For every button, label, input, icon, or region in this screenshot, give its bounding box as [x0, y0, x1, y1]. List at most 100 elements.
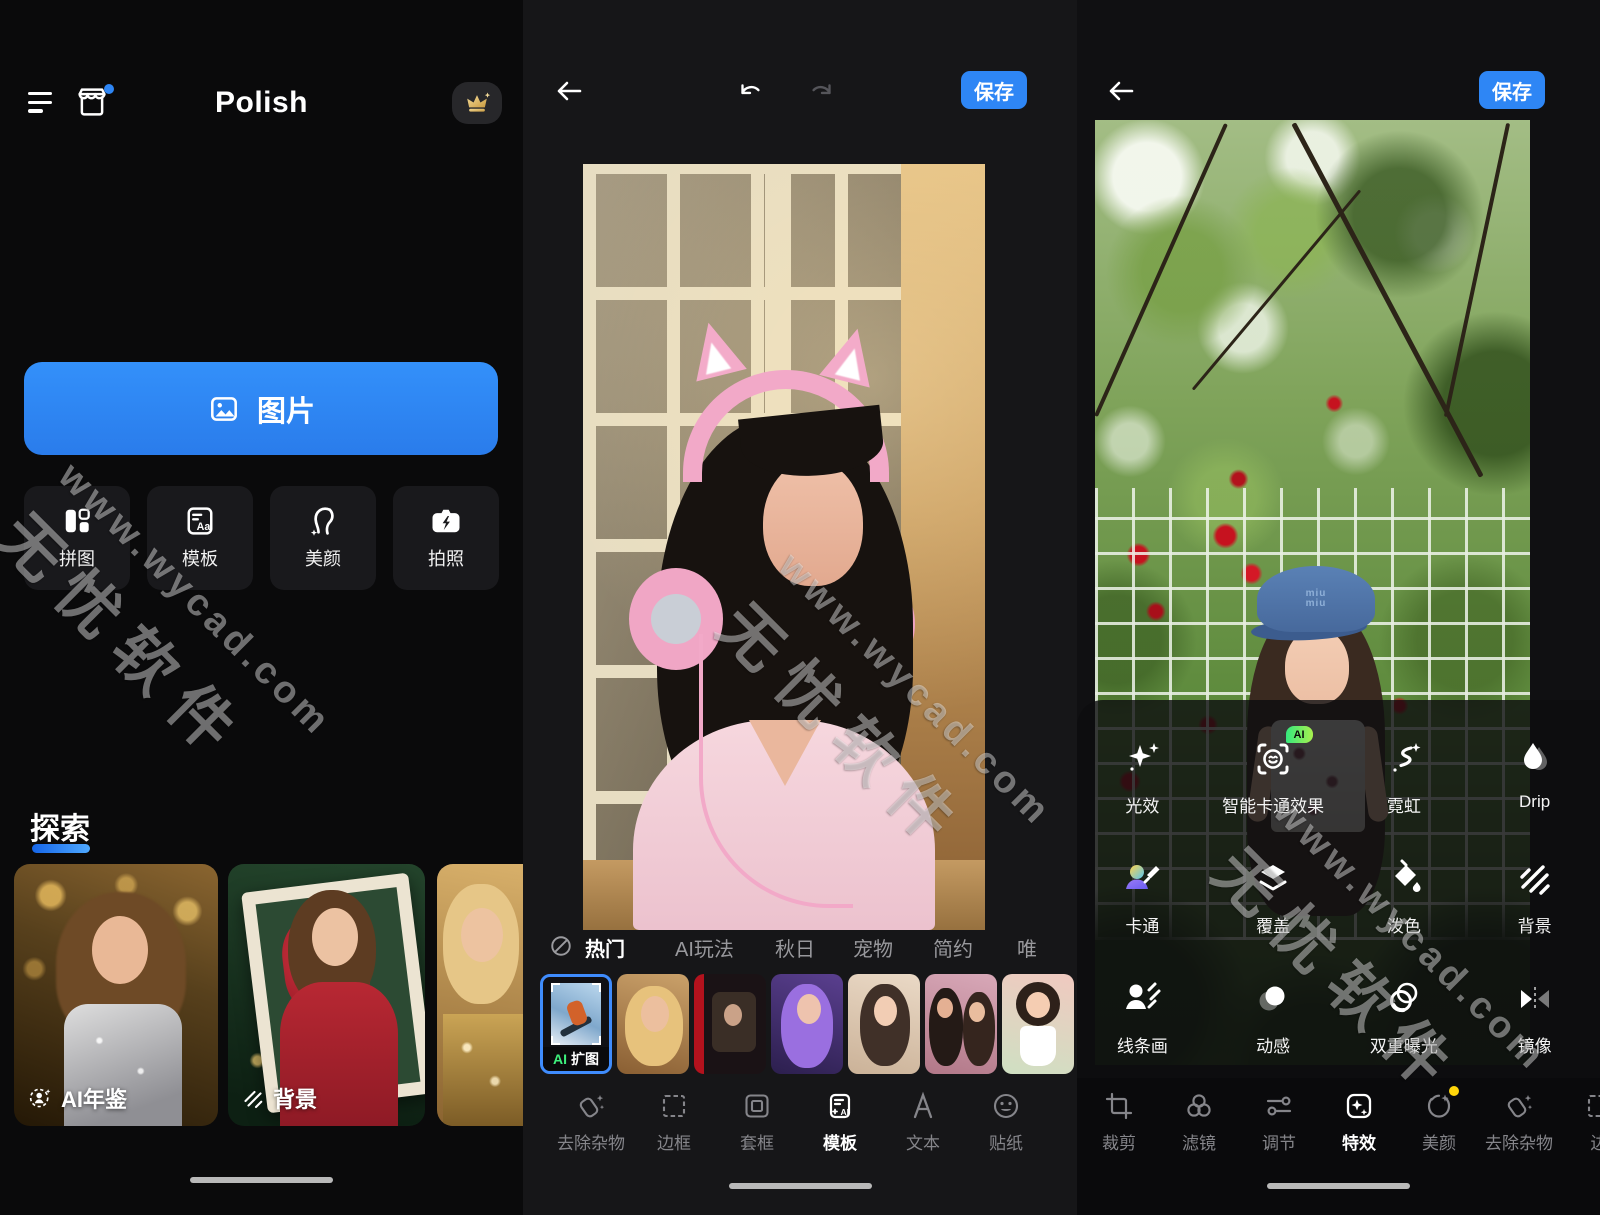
tool-text[interactable]: 文本 — [881, 1090, 965, 1154]
effect-motion[interactable]: 动感 — [1208, 952, 1339, 1072]
tool-border-cutoff[interactable]: 边 — [1557, 1090, 1600, 1154]
explore-card-label: AI年鉴 — [61, 1082, 127, 1114]
beauty-icon — [305, 503, 341, 539]
overlay-layers-icon — [1208, 854, 1339, 904]
home-indicator[interactable] — [190, 1177, 333, 1183]
new-badge-dot — [1449, 1086, 1459, 1096]
template-thumb-portrait[interactable] — [848, 974, 920, 1074]
redo-icon — [807, 77, 837, 107]
tab-cutoff[interactable]: 唯 — [1017, 933, 1037, 962]
back-button[interactable] — [1105, 75, 1137, 107]
tool-sticker[interactable]: 贴纸 — [964, 1090, 1048, 1154]
feature-camera[interactable]: 拍照 — [393, 486, 499, 590]
sticker-smiley-icon — [964, 1090, 1048, 1122]
effects-grid: 光效 AI 智能卡通效果 霓虹 — [1077, 712, 1600, 1072]
effect-smart-cartoon[interactable]: AI 智能卡通效果 — [1208, 712, 1339, 832]
explore-card-background[interactable]: 背景 — [228, 864, 425, 1126]
effects-sparkle-icon — [1317, 1090, 1401, 1122]
photo-face — [763, 460, 863, 586]
tool-effects-active[interactable]: 特效 — [1317, 1090, 1401, 1154]
motion-blur-icon — [1208, 974, 1339, 1024]
svg-text:Aa: Aa — [197, 521, 211, 533]
tab-simple[interactable]: 简约 — [933, 933, 973, 962]
template-thumb-friends[interactable] — [925, 974, 997, 1074]
crown-icon — [462, 89, 492, 117]
save-button[interactable]: 保存 — [1479, 71, 1545, 109]
light-fx-icon — [1077, 734, 1208, 784]
template-thumb-ai-expand-selected[interactable]: AI 扩图 — [540, 974, 612, 1074]
drip-icon — [1469, 734, 1600, 784]
template-thumb-blonde[interactable] — [617, 974, 689, 1074]
tab-pets[interactable]: 宠物 — [853, 933, 893, 962]
tool-beauty[interactable]: 美颜 — [1397, 1090, 1481, 1154]
explore-card-partial[interactable] — [437, 864, 523, 1126]
tool-border[interactable]: 边框 — [632, 1090, 716, 1154]
eraser-icon — [1477, 1090, 1561, 1122]
effect-background[interactable]: 背景 — [1469, 832, 1600, 952]
feature-template[interactable]: Aa 模板 — [147, 486, 253, 590]
effect-light-fx[interactable]: 光效 — [1077, 712, 1208, 832]
editor-canvas-photo[interactable] — [583, 164, 985, 930]
background-hatch-icon — [1469, 854, 1600, 904]
effect-drip[interactable]: Drip — [1469, 712, 1600, 832]
effect-overlay[interactable]: 覆盖 — [1208, 832, 1339, 952]
tool-remove-objects[interactable]: 去除杂物 — [549, 1090, 633, 1154]
tool-crop[interactable]: 裁剪 — [1077, 1090, 1161, 1154]
explore-card-ai-yearbook[interactable]: AI年鉴 — [14, 864, 218, 1126]
undo-icon — [735, 77, 765, 107]
home-indicator[interactable] — [1267, 1183, 1410, 1189]
photo-blue-cap: miu miu — [1257, 566, 1375, 632]
collage-icon — [59, 503, 95, 539]
tool-remove-objects[interactable]: 去除杂物 — [1477, 1090, 1561, 1154]
nested-frame-icon — [715, 1090, 799, 1122]
tab-ai-play[interactable]: AI玩法 — [675, 933, 734, 962]
mirror-icon — [1469, 974, 1600, 1024]
text-icon — [881, 1090, 965, 1122]
crop-icon — [1077, 1090, 1161, 1122]
effect-neon[interactable]: 霓虹 — [1339, 712, 1470, 832]
effect-cartoon[interactable]: 卡通 — [1077, 832, 1208, 952]
explore-heading: 探索 — [30, 804, 90, 848]
app-screenshot: { "home": { "title": "Polish", "primary_… — [0, 0, 1600, 1215]
back-button[interactable] — [553, 75, 585, 107]
open-picture-button[interactable]: 图片 — [24, 362, 498, 455]
cartoon-icon — [1077, 854, 1208, 904]
premium-crown-button[interactable] — [452, 82, 502, 124]
tab-hot[interactable]: 热门 — [585, 933, 625, 962]
photo-face — [92, 916, 148, 984]
save-button[interactable]: 保存 — [961, 71, 1027, 109]
template-thumb-cartoon[interactable] — [1002, 974, 1074, 1074]
redo-button[interactable] — [807, 77, 837, 107]
effect-mirror[interactable]: 镜像 — [1469, 952, 1600, 1072]
paint-bucket-icon — [1339, 854, 1470, 904]
tool-frame[interactable]: 套框 — [715, 1090, 799, 1154]
no-template-icon[interactable] — [547, 932, 575, 960]
undo-button[interactable] — [735, 77, 765, 107]
smart-cartoon-icon: AI — [1208, 734, 1339, 784]
effect-line-art[interactable]: 线条画 — [1077, 952, 1208, 1072]
picture-button-label: 图片 — [257, 388, 315, 430]
feature-beauty[interactable]: 美颜 — [270, 486, 376, 590]
border-frame-icon — [1557, 1090, 1600, 1122]
border-frame-icon — [632, 1090, 716, 1122]
template-thumb-red-frame[interactable] — [694, 974, 766, 1074]
effect-double-exposure[interactable]: 双重曝光 — [1339, 952, 1470, 1072]
filter-circles-icon — [1157, 1090, 1241, 1122]
tool-template-active[interactable]: AI 模板 — [798, 1090, 882, 1154]
image-icon — [207, 392, 241, 426]
template-ai-icon: AI — [798, 1090, 882, 1122]
effects-editor-screen: 保存 miu miu 光 — [1077, 0, 1600, 1215]
photo-face — [461, 908, 503, 962]
feature-label: 模板 — [147, 545, 253, 571]
template-thumb-purple-girl[interactable] — [771, 974, 843, 1074]
home-indicator[interactable] — [729, 1183, 872, 1189]
feature-label: 拍照 — [393, 545, 499, 571]
tab-autumn[interactable]: 秋日 — [775, 933, 815, 962]
app-title: Polish — [0, 86, 523, 120]
effect-color-splash[interactable]: 泼色 — [1339, 832, 1470, 952]
feature-collage[interactable]: 拼图 — [24, 486, 130, 590]
crop-corners — [551, 983, 601, 1045]
beauty-face-icon — [1397, 1090, 1481, 1122]
tool-filter[interactable]: 滤镜 — [1157, 1090, 1241, 1154]
tool-adjust[interactable]: 调节 — [1237, 1090, 1321, 1154]
